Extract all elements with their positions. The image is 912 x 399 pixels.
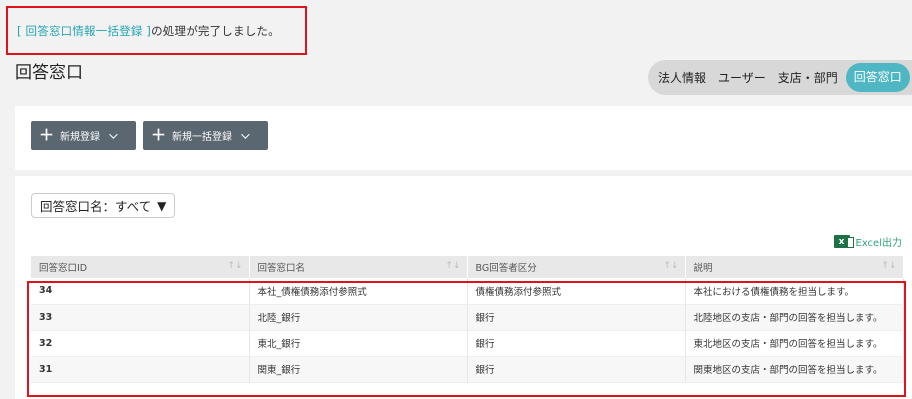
tab-users[interactable]: ユーザー (712, 69, 772, 86)
row-bg-type: 銀行 (467, 356, 686, 383)
column-header-name[interactable]: 回答窓口名 ↑↓ (249, 256, 468, 278)
table-row[interactable]: 31 関東_銀行 銀行 関東地区の支店・部門の回答を担当します。 (31, 356, 904, 383)
notice-message: の処理が完了しました。 (151, 23, 280, 38)
row-name: 北陸_銀行 (249, 304, 468, 331)
sort-icon: ↑↓ (881, 261, 897, 271)
row-id-link[interactable]: 34 (31, 278, 250, 305)
column-header-bg-type[interactable]: BG回答者区分 ↑↓ (467, 256, 686, 278)
tab-response-window[interactable]: 回答窓口 (845, 63, 910, 92)
section-tabs: 法人情報 ユーザー 支店・部門 回答窓口 (648, 60, 912, 95)
table-row[interactable]: 34 本社_債権債務添付参照式 債権債務添付参照式 本社における債権債務を担当し… (31, 278, 904, 305)
row-bg-type: 銀行 (467, 330, 686, 357)
plus-icon: ＋ (39, 126, 55, 144)
table-header-row: 回答窓口ID ↑↓ 回答窓口名 ↑↓ BG回答者区分 ↑↓ 説明 ↑↓ (31, 256, 904, 278)
action-panel: ＋ 新規登録 ＋ 新規一括登録 (15, 106, 912, 170)
row-id-link[interactable]: 32 (31, 330, 250, 357)
row-description: 関東地区の支店・部門の回答を担当します。 (685, 356, 904, 383)
row-bg-type: 債権債務添付参照式 (467, 278, 686, 305)
row-description: 北陸地区の支店・部門の回答を担当します。 (685, 304, 904, 331)
completion-notice: [ 回答窓口情報一括登録 ]の処理が完了しました。 (6, 6, 307, 55)
page-title: 回答窓口 (15, 63, 83, 83)
table-row[interactable]: 32 東北_銀行 銀行 東北地区の支店・部門の回答を担当します。 (31, 330, 904, 357)
sort-icon: ↑↓ (227, 261, 243, 271)
notice-link[interactable]: [ 回答窓口情報一括登録 ] (17, 24, 151, 38)
new-register-label: 新規登録 (60, 132, 101, 143)
row-description: 東北地区の支店・部門の回答を担当します。 (685, 330, 904, 357)
tab-branch-department[interactable]: 支店・部門 (772, 69, 844, 86)
notice-text: [ 回答窓口情報一括登録 ]の処理が完了しました。 (17, 23, 280, 39)
excel-icon: x (833, 235, 854, 248)
row-name: 本社_債権債務添付参照式 (249, 278, 468, 305)
response-window-table: 回答窓口ID ↑↓ 回答窓口名 ↑↓ BG回答者区分 ↑↓ 説明 ↑↓ 34 本社_債権… (31, 256, 904, 383)
row-id-link[interactable]: 33 (31, 304, 250, 331)
sort-icon: ↑↓ (445, 261, 461, 271)
filter-label: 回答窓口名：すべて (40, 199, 152, 214)
bulk-register-button[interactable]: ＋ 新規一括登録 (143, 121, 268, 150)
row-description: 本社における債権債務を担当します。 (685, 278, 904, 305)
tab-corporate-info[interactable]: 法人情報 (648, 69, 712, 86)
bulk-register-label: 新規一括登録 (172, 132, 233, 143)
row-bg-type: 銀行 (467, 304, 686, 331)
chevron-down-icon (241, 129, 250, 139)
new-register-button[interactable]: ＋ 新規登録 (31, 121, 136, 150)
sort-icon: ↑↓ (663, 261, 679, 271)
excel-export-button[interactable]: x Excel出力 (833, 234, 903, 249)
row-name: 東北_銀行 (249, 330, 468, 357)
plus-icon: ＋ (151, 126, 167, 144)
row-id-link[interactable]: 31 (31, 356, 250, 383)
column-header-id[interactable]: 回答窓口ID ↑↓ (31, 256, 250, 278)
column-header-description[interactable]: 説明 ↑↓ (685, 256, 904, 278)
caret-down-icon: ▼ (157, 198, 167, 213)
table-row[interactable]: 33 北陸_銀行 銀行 北陸地区の支店・部門の回答を担当します。 (31, 304, 904, 331)
chevron-down-icon (109, 129, 118, 139)
list-panel: 回答窓口名：すべて ▼ x Excel出力 回答窓口ID ↑↓ 回答窓口名 ↑↓ B… (15, 176, 912, 399)
excel-export-label: Excel出力 (855, 238, 903, 249)
row-name: 関東_銀行 (249, 356, 468, 383)
window-name-filter[interactable]: 回答窓口名：すべて ▼ (31, 193, 176, 218)
